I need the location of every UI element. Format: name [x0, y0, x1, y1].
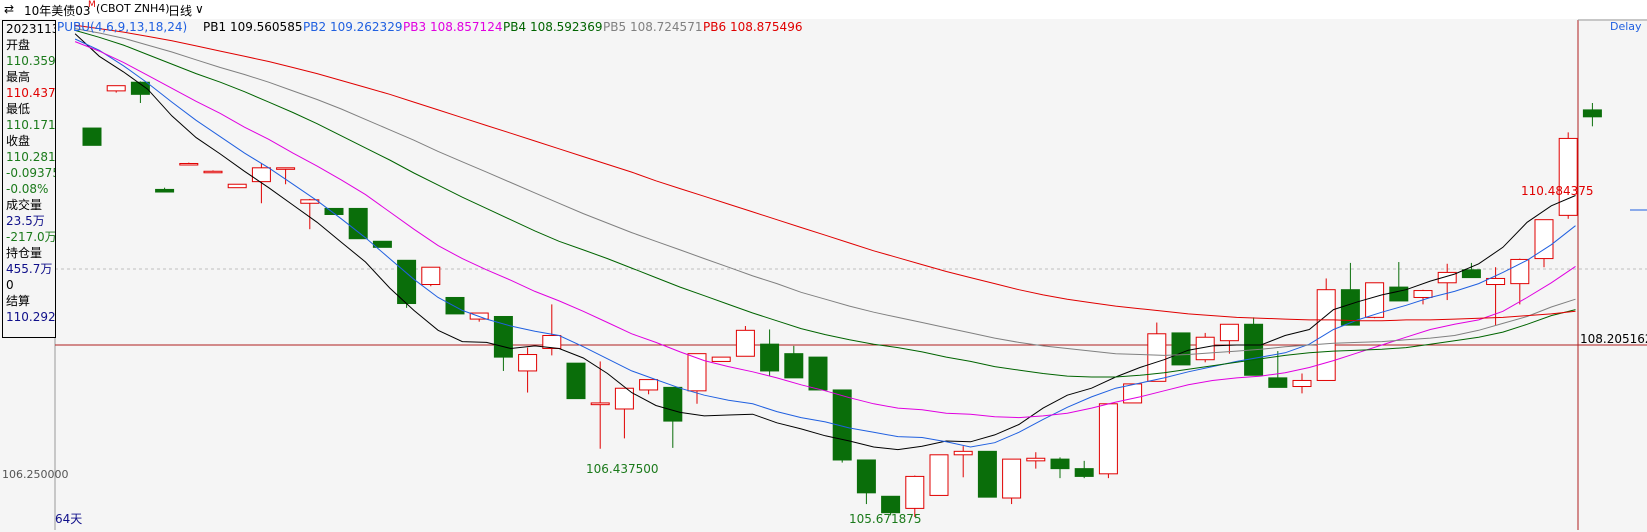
left-axis-price: 106.250000: [2, 468, 69, 481]
legend-pb2: PB2 109.262329: [303, 20, 403, 34]
info-date: 20231130: [6, 22, 55, 36]
info-settle-label: 结算: [6, 294, 31, 308]
candle-body: [1510, 258, 1530, 285]
candle-body: [348, 207, 368, 240]
candle-body: [1389, 286, 1409, 302]
candle-body: [1292, 379, 1312, 388]
candle-body: [203, 170, 223, 174]
candle-body: [590, 402, 610, 406]
info-high-value: 110.437500: [6, 86, 56, 100]
candle-body: [1486, 277, 1506, 286]
candle-body: [1026, 457, 1046, 462]
candle-body: [977, 450, 997, 498]
candle-body: [663, 386, 683, 422]
info-settle-value: 110.2929: [6, 310, 56, 324]
legend-pb4: PB4 108.592369: [503, 20, 603, 34]
info-volume-label: 成交量: [6, 198, 43, 212]
info-oi-change: 0: [6, 278, 14, 292]
legend-pb5: PB5 108.724571: [603, 20, 703, 34]
candle-body: [518, 354, 538, 372]
info-low-label: 最低: [6, 102, 31, 116]
candlestick-chart[interactable]: [0, 0, 1647, 532]
candle-body: [1558, 137, 1578, 216]
candle-body: [1050, 458, 1070, 470]
candle-body: [276, 167, 296, 170]
candle-body: [155, 188, 175, 193]
candle-body: [179, 162, 199, 166]
candle-body: [227, 183, 247, 189]
info-close-label: 收盘: [6, 134, 31, 148]
info-low-value: 110.171875: [6, 118, 56, 132]
candle-body: [881, 495, 901, 514]
candle-body: [421, 266, 441, 286]
info-oi-label: 持仓量: [6, 246, 43, 260]
candle-body: [1002, 458, 1022, 499]
candle-body: [1413, 290, 1433, 298]
candle-body: [687, 353, 707, 392]
candle-body: [1171, 332, 1191, 366]
candle-body: [1268, 377, 1288, 388]
candle-body: [1098, 403, 1118, 475]
low-annotation-2: 105.671875: [849, 512, 922, 526]
candle-body: [445, 296, 465, 315]
delay-label: Delay: [1610, 20, 1642, 33]
candle-body: [82, 127, 102, 146]
info-volume-value: 23.5万: [6, 214, 45, 228]
candle-body: [735, 329, 755, 357]
candle-body: [808, 356, 828, 391]
info-close-value: 110.281250: [6, 150, 56, 164]
info-open-value: 110.359375: [6, 54, 56, 68]
info-change-pct: -0.08%: [6, 182, 49, 196]
info-volume-change: -217.0万: [6, 230, 56, 244]
indicator-name: PUBU(4,6,9,13,18,24): [57, 20, 188, 34]
candle-body: [1461, 269, 1481, 279]
info-oi-value: 455.7万: [6, 262, 53, 276]
high-annotation: 110.484375: [1521, 184, 1594, 198]
candle-body: [1582, 109, 1602, 118]
crosshair-price-label: 108.205162: [1580, 332, 1647, 346]
legend-pb1: PB1 109.560585: [203, 20, 303, 34]
info-change: -0.09375: [6, 166, 56, 180]
candle-body: [905, 475, 925, 509]
day-count: 64天: [55, 512, 83, 526]
candle-body: [1074, 468, 1094, 477]
info-high-label: 最高: [6, 70, 31, 84]
candle-body: [106, 85, 126, 92]
legend-pb3: PB3 108.857124: [403, 20, 503, 34]
legend-pb6: PB6 108.875496: [703, 20, 803, 34]
candle-body: [1534, 219, 1554, 260]
candle-body: [542, 335, 562, 349]
candle-body: [397, 259, 417, 305]
candle-body: [639, 379, 659, 391]
candle-body: [953, 450, 973, 456]
candle-body: [929, 454, 949, 496]
info-open-label: 开盘: [6, 38, 31, 52]
candle-body: [251, 167, 271, 183]
candle-body: [711, 356, 731, 362]
candle-body: [784, 353, 804, 379]
candle-body: [1316, 289, 1336, 381]
low-annotation-1: 106.437500: [586, 462, 659, 476]
candle-body: [856, 459, 876, 494]
ohlc-info-panel: 20231130 开盘 110.359375 最高 110.437500 最低 …: [2, 20, 56, 338]
candle-body: [760, 343, 780, 372]
candle-body: [1219, 323, 1239, 342]
candle-body: [566, 362, 586, 400]
